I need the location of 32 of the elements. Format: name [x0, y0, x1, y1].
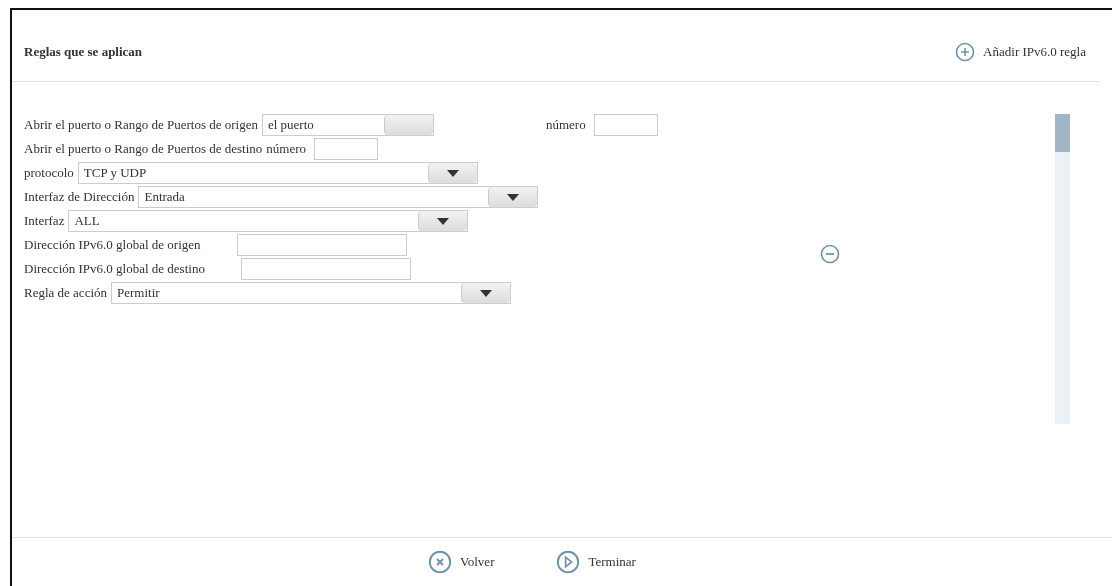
caret-icon [480, 289, 492, 297]
finish-button[interactable]: Terminar [556, 550, 636, 574]
port-type-dropdown[interactable]: el puerto [261, 114, 434, 136]
field-label: Interfaz [24, 213, 65, 229]
add-rule-link[interactable]: Añadir IPv6.0 regla [955, 41, 1086, 62]
field-label: número [545, 117, 586, 133]
play-icon [556, 550, 581, 574]
back-button[interactable]: Volver [428, 550, 495, 574]
plus-icon [955, 41, 976, 62]
caret-icon [437, 217, 450, 225]
section-title: Reglas que se aplican [24, 43, 143, 60]
field-label: Regla de acción [24, 285, 107, 301]
field-label: Abrir el puerto o Rango de Puertos de destino [24, 141, 263, 157]
select-dropdown[interactable]: Entrada [138, 186, 539, 208]
number-input[interactable] [593, 114, 658, 136]
number-input[interactable] [314, 138, 378, 160]
field-label: número [266, 141, 306, 157]
field-label: Abrir el puerto o Rango de Puertos de origen [24, 117, 258, 133]
field-label: Dirección IPv6.0 global de origen [24, 237, 201, 253]
address-input[interactable] [236, 234, 407, 256]
field-label: Dirección IPv6.0 global de destino [24, 261, 205, 277]
select-dropdown[interactable]: TCP y UDP [77, 162, 478, 184]
minus-icon[interactable] [820, 244, 840, 264]
scrollbar[interactable] [1055, 114, 1070, 424]
field-label: Interfaz de Dirección [24, 189, 135, 205]
caret-icon [507, 193, 520, 201]
select-dropdown[interactable]: ALL [68, 210, 469, 232]
address-input[interactable] [240, 258, 411, 280]
close-icon [428, 550, 453, 574]
caret-icon [446, 169, 459, 177]
select-dropdown[interactable]: Permitir [111, 282, 511, 304]
field-label: protocolo [24, 165, 74, 181]
